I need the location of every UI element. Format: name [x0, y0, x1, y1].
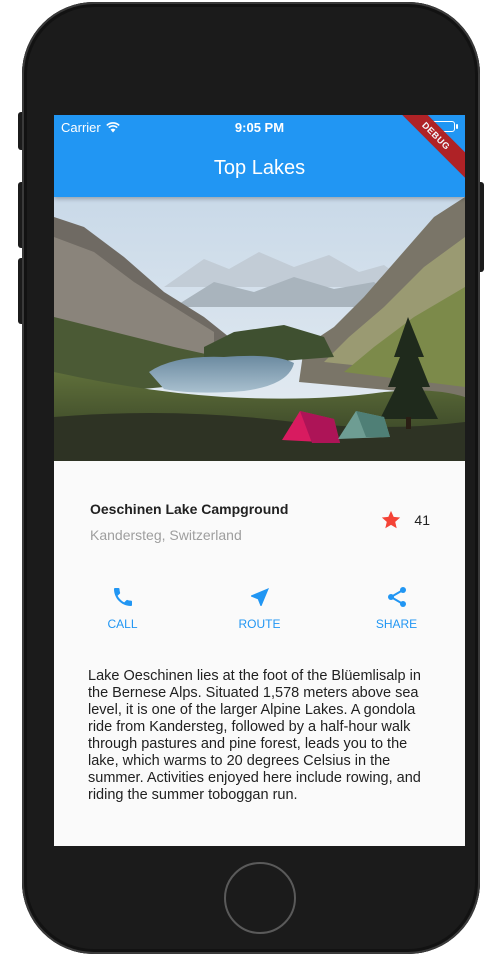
- place-description: Lake Oeschinen lies at the foot of the B…: [88, 668, 421, 803]
- place-location: Kandersteg, Switzerland: [90, 527, 242, 543]
- route-label: ROUTE: [238, 617, 281, 631]
- device-frame: Carrier 9:05 PM Top Lakes DEBUG Oeschine…: [0, 0, 502, 956]
- lake-photo: [54, 197, 465, 461]
- share-icon: [387, 587, 406, 607]
- action-buttons: CALL ROUTE SHARE: [54, 585, 465, 645]
- status-bar: Carrier 9:05 PM: [54, 115, 465, 137]
- app-bar-title: Top Lakes: [213, 157, 306, 179]
- status-time: 9:05 PM: [234, 120, 285, 135]
- call-button[interactable]: CALL: [54, 585, 191, 645]
- favorite-count: 41: [414, 512, 430, 528]
- navigation-arrow-icon: [250, 588, 269, 606]
- call-label: CALL: [107, 617, 138, 631]
- lake-photo-illustration: [54, 197, 465, 461]
- favorite-rating[interactable]: 41: [380, 509, 430, 531]
- route-button[interactable]: ROUTE: [191, 585, 328, 645]
- place-name: Oeschinen Lake Campground: [90, 501, 289, 517]
- home-button[interactable]: [224, 862, 296, 934]
- place-title-section: Oeschinen Lake Campground Kandersteg, Sw…: [90, 501, 430, 561]
- phone-icon: [113, 588, 132, 606]
- share-button[interactable]: SHARE: [328, 585, 465, 645]
- star-icon[interactable]: [380, 509, 402, 531]
- share-label: SHARE: [375, 617, 418, 631]
- app-bar: Carrier 9:05 PM Top Lakes DEBUG: [54, 115, 465, 197]
- app-screen: Carrier 9:05 PM Top Lakes DEBUG Oeschine…: [54, 115, 465, 846]
